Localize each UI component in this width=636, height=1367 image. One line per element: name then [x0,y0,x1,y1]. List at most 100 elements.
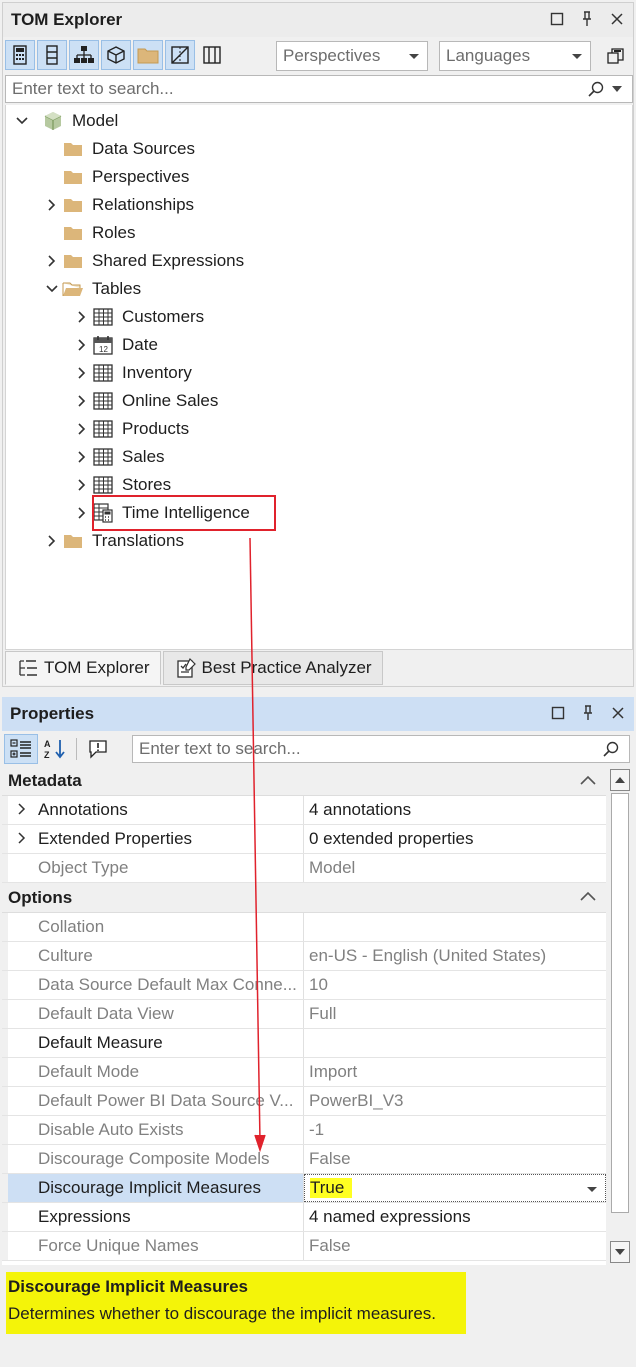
chevron-right-icon[interactable] [72,359,92,387]
tree-node-table[interactable]: Sales [72,443,165,471]
column-icon[interactable] [37,40,67,70]
property-row-collation[interactable]: Collation [2,913,606,942]
category-metadata[interactable]: Metadata [2,767,606,796]
tree-node-tables[interactable]: Tables [42,275,141,303]
chevron-right-icon[interactable] [72,303,92,331]
calculator-icon[interactable] [5,40,35,70]
search-icon[interactable] [588,81,608,97]
tree-node-table[interactable]: Inventory [72,359,192,387]
calendar-table-icon: 12 [92,334,114,356]
property-row-discourage-composite-models[interactable]: Discourage Composite Models False [2,1145,606,1174]
chevron-right-icon[interactable] [42,191,62,219]
chevron-down-icon[interactable] [42,275,62,303]
chevron-right-icon[interactable] [42,527,62,555]
property-row-default-measure[interactable]: Default Measure [2,1029,606,1058]
property-pages-icon[interactable] [81,734,115,764]
search-options-chevron-icon[interactable] [612,86,626,92]
chevron-right-icon[interactable] [72,387,92,415]
property-row-default-data-view[interactable]: Default Data View Full [2,1000,606,1029]
scroll-down-icon[interactable] [610,1241,630,1263]
property-description: Discourage Implicit Measures Determines … [6,1272,466,1334]
tom-title-buttons [547,9,627,29]
property-row-extended-properties[interactable]: Extended Properties 0 extended propertie… [2,825,606,854]
pin-icon[interactable] [577,9,597,29]
chevron-down-icon[interactable] [12,107,32,135]
tab-tom-explorer[interactable]: TOM Explorer [5,651,161,685]
chevron-right-icon[interactable] [72,331,92,359]
tree-node-shared-expressions[interactable]: Shared Expressions [42,247,244,275]
tree-node-perspectives[interactable]: Perspectives [42,163,189,191]
tree-node-table[interactable]: 12 Date [72,331,158,359]
tab-best-practice-analyzer[interactable]: Best Practice Analyzer [162,651,383,685]
chevron-right-icon[interactable] [18,831,26,845]
property-row-default-power-bi-data-source-version[interactable]: Default Power BI Data Source V... PowerB… [2,1087,606,1116]
tree-node-table[interactable]: Customers [72,303,204,331]
table-icon [92,446,114,468]
tom-explorer-title: TOM Explorer [3,3,633,37]
tree-node-roles[interactable]: Roles [42,219,135,247]
folder-icon [62,166,84,188]
search-icon[interactable] [603,741,625,757]
hierarchy-icon[interactable] [69,40,99,70]
table-icon [92,418,114,440]
category-options[interactable]: Options [2,883,606,913]
property-row-default-mode[interactable]: Default Mode Import [2,1058,606,1087]
tom-toolbar [5,39,229,71]
chevron-right-icon[interactable] [42,247,62,275]
tree-node-table[interactable]: Products [72,415,189,443]
property-row-object-type[interactable]: Object Type Model [2,854,606,883]
partition-icon[interactable] [101,40,131,70]
close-icon[interactable] [607,9,627,29]
tree-view-icon [18,659,38,677]
categorized-view-icon[interactable] [4,734,38,764]
svg-text:12: 12 [99,345,108,354]
property-row-annotations[interactable]: Annotations 4 annotations [2,796,606,825]
maximize-icon[interactable] [547,9,567,29]
property-row-disable-auto-exists[interactable]: Disable Auto Exists -1 [2,1116,606,1145]
chevron-right-icon[interactable] [72,415,92,443]
chevron-right-icon[interactable] [72,471,92,499]
tom-bottom-tabs: TOM Explorer Best Practice Analyzer [5,651,385,687]
property-row-data-source-default-max-connections[interactable]: Data Source Default Max Conne... 10 [2,971,606,1000]
tree-node-data-sources[interactable]: Data Sources [42,135,195,163]
chevron-up-icon[interactable] [580,891,596,901]
scroll-up-icon[interactable] [610,769,630,791]
highlight-box [92,495,276,531]
chevron-right-icon[interactable] [72,499,92,527]
maximize-icon[interactable] [548,703,568,723]
discourage-implicit-measures-dropdown[interactable]: True [304,1174,606,1202]
tree-node-table[interactable]: Online Sales [72,387,218,415]
tree-node-model[interactable]: Model [12,107,118,135]
pin-icon[interactable] [578,703,598,723]
close-icon[interactable] [608,703,628,723]
perspectives-dropdown[interactable]: Perspectives [276,41,428,71]
svg-text:Z: Z [44,750,50,760]
scrollbar-thumb[interactable] [611,793,629,1213]
new-window-icon[interactable] [601,41,631,71]
chevron-right-icon[interactable] [18,802,26,816]
chevron-right-icon[interactable] [72,443,92,471]
properties-search-input[interactable] [133,739,603,759]
columns-toggle-icon[interactable] [197,40,227,70]
tom-tree: Model Data Sources Perspectives Relation… [5,105,633,650]
sort-alphabetical-icon[interactable]: AZ [38,734,72,764]
properties-title-buttons [548,703,628,723]
chevron-up-icon[interactable] [580,775,596,785]
property-grid-scrollbar[interactable] [608,767,632,1265]
languages-dropdown[interactable]: Languages [439,41,591,71]
folder-icon [62,250,84,272]
hidden-objects-icon[interactable] [165,40,195,70]
display-folder-icon[interactable] [133,40,163,70]
chevron-down-icon[interactable] [587,1187,597,1192]
property-row-discourage-implicit-measures[interactable]: Discourage Implicit Measures True [2,1174,606,1203]
property-row-expressions[interactable]: Expressions 4 named expressions [2,1203,606,1232]
tom-explorer-panel: TOM Explorer Perspectives Languages Ente… [2,2,634,687]
property-row-culture[interactable]: Culture en-US - English (United States) [2,942,606,971]
folder-icon [62,194,84,216]
property-row-force-unique-names[interactable]: Force Unique Names False [2,1232,606,1261]
tom-search-input[interactable] [6,79,588,99]
properties-toolbar: AZ [4,733,115,765]
tree-node-translations[interactable]: Translations [42,527,184,555]
open-folder-icon [62,278,84,300]
tree-node-relationships[interactable]: Relationships [42,191,194,219]
